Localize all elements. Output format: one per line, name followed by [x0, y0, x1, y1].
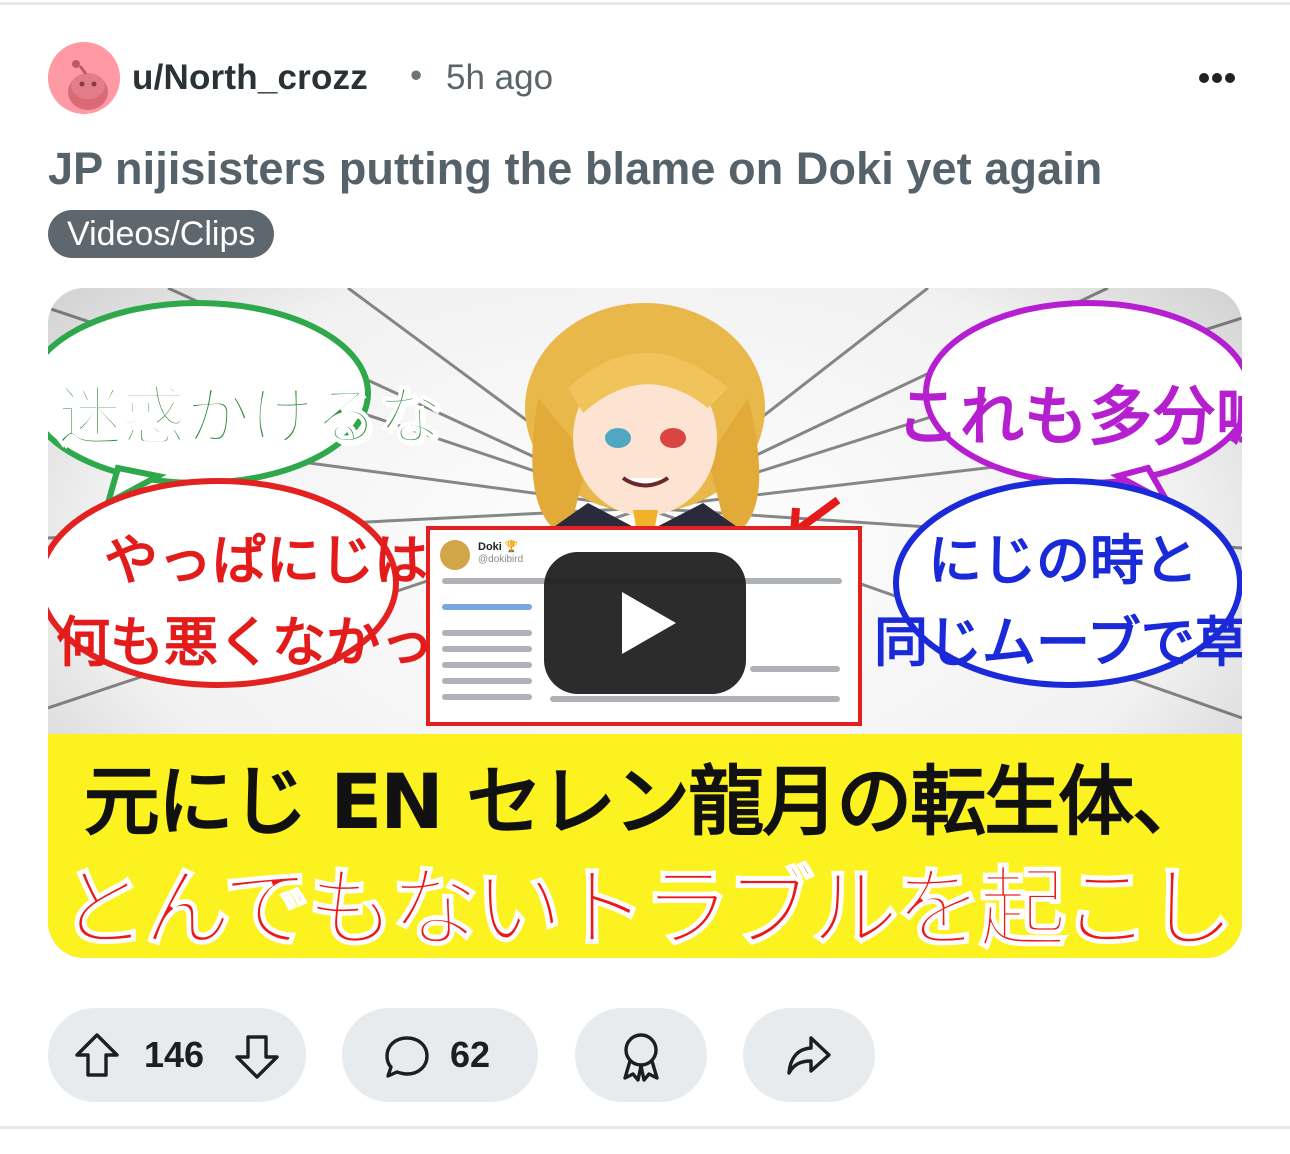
comment-icon — [385, 1036, 429, 1078]
bubble-purple-text: これも多分嘘 — [896, 381, 1242, 455]
post-flair[interactable]: Videos/Clips — [48, 210, 275, 258]
comment-count: 62 — [450, 1034, 491, 1075]
downvote-icon[interactable] — [232, 1032, 282, 1082]
post-timestamp: 5h ago — [446, 58, 554, 97]
snoo-icon — [48, 42, 120, 114]
video-thumbnail[interactable]: 迷惑かけるな やっぱにじは 何も悪くなかった これも多分嘘 にじの時と 同じムー… — [48, 288, 1242, 958]
share-button[interactable] — [743, 1008, 875, 1102]
user-avatar[interactable] — [48, 42, 120, 114]
post-header: u/North_crozz • 5h ago — [48, 42, 1242, 114]
top-divider — [0, 2, 1290, 5]
more-options-button[interactable] — [1192, 60, 1242, 96]
bubble-green-text: 迷惑かけるな — [57, 380, 443, 456]
play-icon — [622, 592, 676, 654]
meta-separator: • — [410, 56, 423, 95]
award-button[interactable] — [575, 1008, 707, 1102]
thumbnail-banner: 元にじ EN セレン龍月の転生体、 とんでもないトラブルを起こしてしまう — [48, 734, 1242, 958]
post-title[interactable]: JP nijisisters putting the blame on Doki… — [48, 143, 1102, 195]
upvote-icon[interactable] — [72, 1030, 122, 1080]
share-icon — [787, 1036, 831, 1075]
author-username[interactable]: u/North_crozz — [132, 58, 368, 98]
bottom-divider — [0, 1126, 1290, 1129]
award-icon — [623, 1033, 659, 1082]
vote-count: 146 — [144, 1034, 205, 1075]
bubble-red-line2: 何も悪くなかった — [56, 611, 488, 674]
banner-line2: とんでもないトラブルを起こしてしまう — [58, 856, 1236, 958]
comments-button[interactable]: 62 — [342, 1008, 538, 1102]
banner-line1: 元にじ EN セレン龍月の転生体、 — [83, 757, 1208, 846]
play-button[interactable] — [544, 552, 746, 694]
bubble-blue-line1: にじの時と — [928, 529, 1198, 592]
vote-pill: 146 — [48, 1008, 306, 1102]
bubble-red-line1: やっぱにじは — [104, 529, 428, 592]
bubble-blue-line2: 同じムーブで草 — [874, 611, 1242, 674]
more-options-icon — [1199, 73, 1235, 83]
